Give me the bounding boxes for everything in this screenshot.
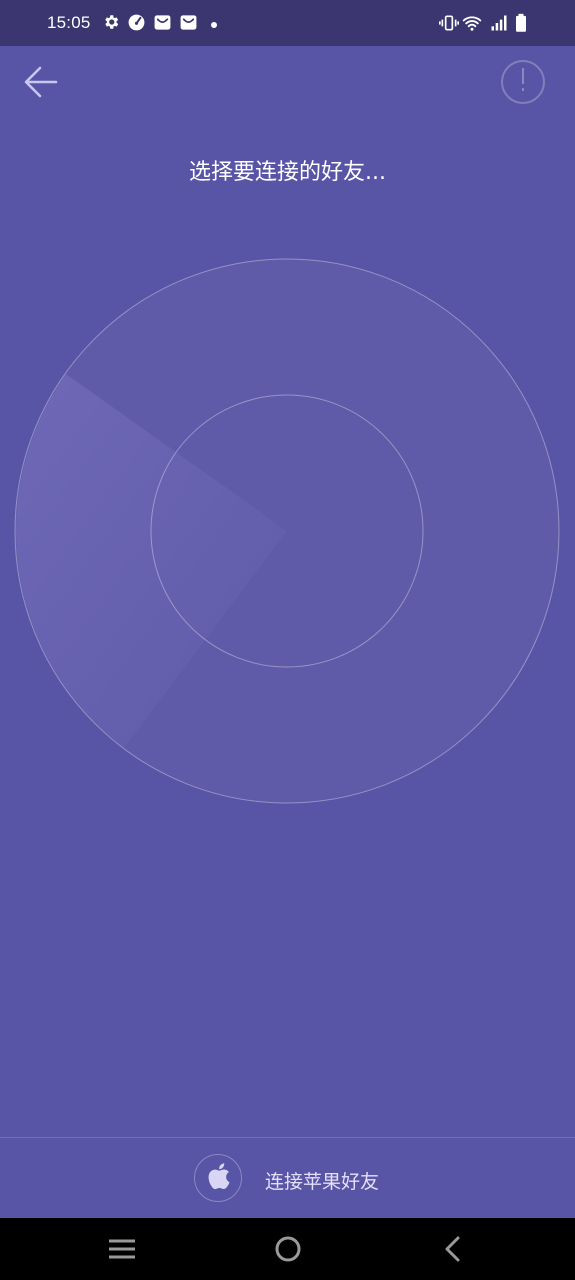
gear-icon: [102, 13, 122, 33]
info-button[interactable]: [501, 60, 545, 104]
page-title: 选择要连接的好友...: [189, 160, 386, 185]
home-icon: [270, 1236, 306, 1270]
arrow-left-icon: [20, 66, 64, 106]
apple-icon: [205, 1161, 231, 1195]
mail-bag-icon: [179, 13, 199, 33]
mail-bag-icon: [153, 13, 173, 33]
navigation-bar: [0, 1218, 575, 1280]
signal-icon: [489, 13, 509, 33]
exclamation-icon: [518, 67, 528, 97]
nav-home-button[interactable]: [270, 1232, 306, 1266]
radar-scanner: [14, 258, 560, 804]
back-icon: [435, 1236, 471, 1270]
wifi-icon: [462, 13, 482, 33]
dot-icon: [208, 16, 228, 36]
back-button[interactable]: [20, 62, 64, 102]
menu-icon: [104, 1239, 140, 1270]
speedometer-icon: [127, 13, 147, 33]
apple-connect-button[interactable]: [194, 1154, 242, 1202]
apple-connect-label[interactable]: 连接苹果好友: [265, 1167, 379, 1194]
app-screen: 选择要连接的好友... 连接苹果好友: [0, 46, 575, 1218]
status-bar: 15:05: [0, 0, 575, 46]
bottom-bar: 连接苹果好友: [0, 1137, 575, 1218]
vibrate-icon: [439, 13, 459, 33]
nav-back-button[interactable]: [435, 1232, 471, 1266]
nav-menu-button[interactable]: [104, 1232, 140, 1266]
battery-icon: [513, 13, 533, 33]
status-time: 15:05: [47, 13, 91, 32]
